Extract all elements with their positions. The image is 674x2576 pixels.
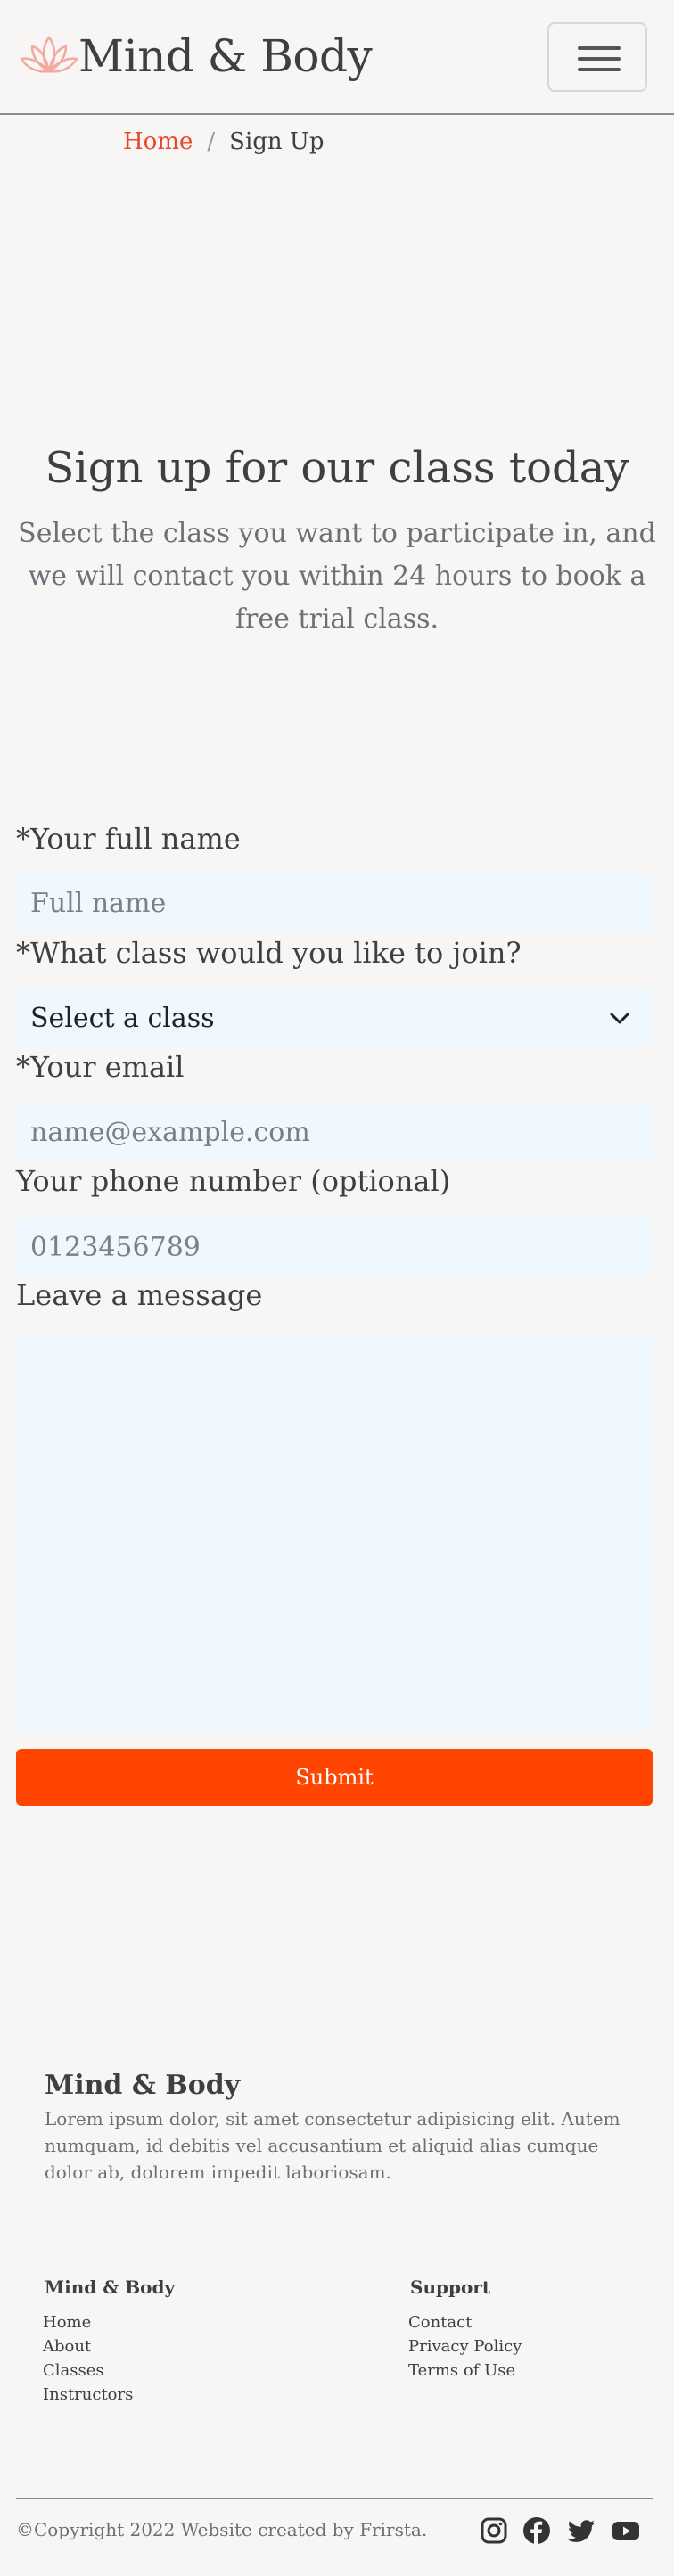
breadcrumb: Home / Sign Up [123, 128, 324, 155]
message-label: Leave a message [16, 1278, 263, 1312]
instagram-icon[interactable] [480, 2516, 508, 2545]
class-label: *What class would you like to join? [16, 936, 522, 970]
footer-link-contact[interactable]: Contact [408, 2310, 522, 2334]
full-name-input[interactable] [16, 874, 653, 931]
hamburger-menu-icon[interactable] [547, 22, 647, 92]
footer-divider [16, 2498, 653, 2499]
twitter-icon[interactable] [567, 2516, 596, 2545]
message-textarea[interactable] [16, 1333, 653, 1731]
breadcrumb-current: Sign Up [229, 128, 325, 155]
footer-link-classes[interactable]: Classes [43, 2359, 133, 2383]
phone-label: Your phone number (optional) [16, 1164, 451, 1198]
site-header: Mind & Body [0, 0, 674, 115]
breadcrumb-separator: / [207, 128, 216, 155]
breadcrumb-home-link[interactable]: Home [123, 128, 193, 155]
email-label: *Your email [16, 1050, 185, 1084]
footer-link-privacy[interactable]: Privacy Policy [408, 2334, 522, 2359]
lotus-icon[interactable] [18, 34, 80, 78]
chevron-down-icon [610, 1013, 629, 1024]
class-select-value: Select a class [30, 1002, 215, 1034]
page-title: Sign up for our class today [45, 443, 629, 493]
footer-description: Lorem ipsum dolor, sit amet consectetur … [45, 2108, 621, 2183]
footer-brand: Mind & Body [45, 2070, 241, 2101]
footer-link-about[interactable]: About [43, 2334, 133, 2359]
footer-link-terms[interactable]: Terms of Use [408, 2359, 522, 2383]
footer-col1-list: Home About Classes Instructors [43, 2310, 133, 2407]
email-input[interactable] [16, 1103, 653, 1161]
full-name-label: *Your full name [16, 822, 241, 856]
footer-col1-title: Mind & Body [45, 2277, 176, 2298]
footer-link-home[interactable]: Home [43, 2310, 133, 2334]
class-select[interactable]: Select a class [16, 989, 653, 1046]
brand-name[interactable]: Mind & Body [78, 30, 373, 82]
page-subtitle: Select the class you want to participate… [18, 518, 656, 635]
submit-button[interactable]: Submit [16, 1749, 653, 1806]
facebook-icon[interactable] [522, 2516, 551, 2545]
footer-col2-list: Contact Privacy Policy Terms of Use [408, 2310, 522, 2383]
phone-input[interactable] [16, 1218, 653, 1276]
footer-col2-title: Support [410, 2277, 491, 2298]
copyright-text: ©Copyright 2022 Website created by Frirs… [16, 2519, 428, 2540]
youtube-icon[interactable] [612, 2516, 640, 2545]
footer-link-instructors[interactable]: Instructors [43, 2383, 133, 2407]
